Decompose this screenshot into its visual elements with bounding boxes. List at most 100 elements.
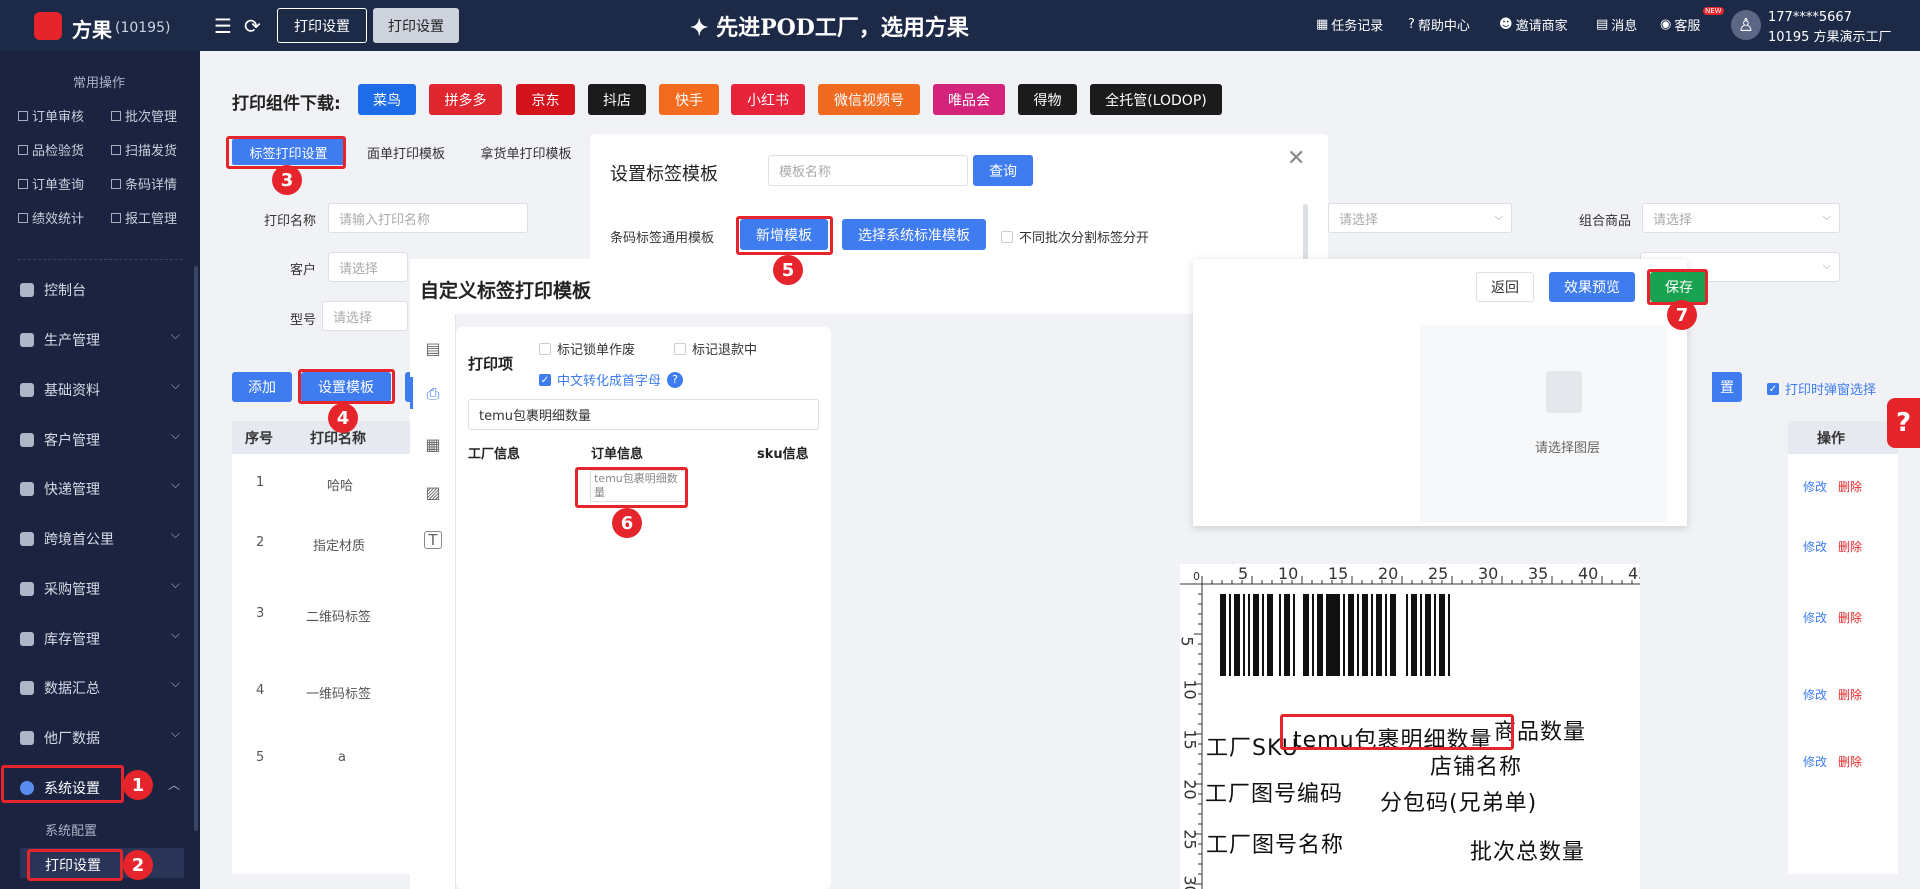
nav-dashboard[interactable]: 控制台	[20, 280, 180, 300]
col-sku-info[interactable]: sku信息	[757, 443, 809, 462]
platform-jd[interactable]: 京东	[516, 84, 575, 115]
platform-dewu[interactable]: 得物	[1018, 84, 1077, 115]
nav-inventory[interactable]: 库存管理 ⌵	[20, 627, 180, 649]
delete-link[interactable]: 删除	[1838, 538, 1862, 555]
generic-template-label: 条码标签通用模板	[610, 231, 715, 246]
tab-waybill-template[interactable]: 面单打印模板	[356, 139, 456, 165]
delete-link[interactable]: 删除	[1838, 753, 1862, 770]
messages-link[interactable]: ▤ 消息	[1596, 15, 1637, 34]
delete-link[interactable]: 删除	[1838, 609, 1862, 626]
col-order-info[interactable]: 订单信息	[591, 443, 643, 462]
quick-performance[interactable]: 绩效统计	[18, 208, 84, 227]
tab-print-settings-2[interactable]: 打印设置	[373, 8, 459, 43]
col-factory-info[interactable]: 工厂信息	[468, 443, 520, 462]
nav-first-mile[interactable]: 跨境首公里 ⌵	[20, 527, 180, 549]
platform-wechat-channels[interactable]: 微信视频号	[818, 84, 920, 115]
platform-cainiao[interactable]: 菜鸟	[358, 84, 416, 115]
nav-other-factory[interactable]: 他厂数据 ⌵	[20, 726, 180, 748]
edit-link[interactable]: 修改	[1803, 753, 1827, 770]
print-item-search-input[interactable]: temu包裹明细数量	[468, 399, 819, 430]
sub-system-config[interactable]: 系统配置	[45, 820, 97, 839]
nav-production[interactable]: 生产管理 ⌵	[20, 328, 180, 350]
platform-vip[interactable]: 唯品会	[933, 84, 1005, 115]
lock-void-checkbox[interactable]: 标记锁单作废	[539, 339, 635, 358]
image-icon[interactable]: ▨	[424, 483, 442, 502]
customer-select[interactable]: 请选择	[328, 252, 408, 282]
nav-purchasing[interactable]: 采购管理 ⌵	[20, 577, 180, 599]
quick-scan-ship[interactable]: 扫描发货	[111, 140, 177, 159]
printer-icon[interactable]: ⎙	[424, 384, 442, 403]
field-sub-code[interactable]: 分包码(兄弟单)	[1380, 785, 1537, 817]
quick-order-review[interactable]: 订单审核	[18, 106, 84, 125]
customer-service-link[interactable]: ◉ 客服	[1660, 15, 1700, 34]
task-log-link[interactable]: ▦ 任务记录	[1316, 15, 1383, 34]
sidebar-scrollbar[interactable]	[194, 266, 198, 831]
invite-link[interactable]: ☻ 邀请商家	[1499, 15, 1568, 34]
help-center-link[interactable]: ? 帮助中心	[1408, 15, 1470, 34]
field-drawing-code[interactable]: 工厂图号编码	[1205, 776, 1343, 808]
right-action-button[interactable]: 置	[1712, 372, 1742, 402]
refresh-icon[interactable]: ⟳	[244, 14, 261, 38]
tab-pick-list-template[interactable]: 拿货单打印模板	[470, 139, 582, 165]
back-button[interactable]: 返回	[1476, 272, 1534, 302]
question-icon[interactable]: ?	[667, 371, 684, 388]
field-shop-name[interactable]: 店铺名称	[1430, 749, 1522, 781]
quick-barcode-detail[interactable]: 条码详情	[111, 174, 177, 193]
platform-lodop[interactable]: 全托管(LODOP)	[1090, 84, 1222, 115]
right-select-1[interactable]: 请选择 ⌵	[1328, 203, 1512, 233]
field-drawing-name[interactable]: 工厂图号名称	[1206, 827, 1344, 859]
avatar[interactable]: ♙	[1731, 10, 1761, 40]
tab-print-settings-1[interactable]: 打印设置	[277, 8, 367, 43]
nav-label: 数据汇总	[44, 681, 100, 697]
platform-xiaohongshu[interactable]: 小红书	[731, 84, 805, 115]
platform-douyin[interactable]: 抖店	[588, 84, 646, 115]
help-float-icon[interactable]: ?	[1887, 398, 1920, 448]
field-batch-total[interactable]: 批次总数量	[1470, 834, 1585, 866]
model-select[interactable]: 请选择	[322, 301, 408, 331]
step-badge-6: 6	[612, 508, 642, 538]
quick-inspection[interactable]: 品检验货	[18, 140, 84, 159]
text-icon[interactable]: T	[424, 531, 442, 549]
nav-basic-data[interactable]: 基础资料 ⌵	[20, 378, 180, 400]
nav-express[interactable]: 快递管理 ⌵	[20, 477, 180, 499]
edit-link[interactable]: 修改	[1803, 686, 1827, 703]
choose-standard-template-button[interactable]: 选择系统标准模板	[842, 219, 986, 250]
barcode-bar	[1293, 594, 1295, 676]
close-icon[interactable]: ✕	[1287, 146, 1305, 171]
checkbox-checked-icon: ✓	[539, 373, 551, 386]
text-block-icon[interactable]: ▤	[424, 339, 442, 358]
platform-pdd[interactable]: 拼多多	[429, 84, 502, 115]
barcode-bar	[1411, 594, 1417, 676]
template-name-input[interactable]: 模板名称	[768, 155, 968, 186]
add-button[interactable]: 添加	[232, 372, 292, 402]
ruler-left-label: 30	[1180, 875, 1200, 889]
modal1-scrollbar[interactable]	[1303, 204, 1308, 264]
quick-order-query[interactable]: 订单查询	[18, 174, 84, 193]
table-row-name: 一维码标签	[306, 687, 372, 702]
quick-work-report[interactable]: 报工管理	[111, 208, 177, 227]
edit-link[interactable]: 修改	[1803, 538, 1827, 555]
nav-customers[interactable]: 客户管理 ⌵	[20, 428, 180, 450]
combo-placeholder: 请选择	[1653, 212, 1693, 228]
delete-link[interactable]: 删除	[1838, 686, 1862, 703]
combo-select[interactable]: 请选择 ⌵	[1642, 203, 1840, 233]
query-button[interactable]: 查询	[973, 155, 1033, 186]
edit-link[interactable]: 修改	[1803, 609, 1827, 626]
split-batch-checkbox[interactable]: 不同批次分割标签分开	[1001, 227, 1149, 246]
popup-choice-checkbox[interactable]: ✓ 打印时弹窗选择	[1767, 379, 1876, 398]
delete-link[interactable]: 删除	[1838, 478, 1862, 495]
quick-batch-manage[interactable]: 批次管理	[111, 106, 177, 125]
pinyin-checkbox[interactable]: ✓ 中文转化成首字母?	[539, 370, 684, 389]
print-name-input[interactable]: 请输入打印名称	[328, 203, 528, 233]
qrcode-icon[interactable]: ▦	[424, 435, 442, 454]
preview-button[interactable]: 效果预览	[1549, 272, 1635, 302]
chevron-down-icon: ⌵	[1822, 210, 1831, 223]
nav-data-summary[interactable]: 数据汇总 ⌵	[20, 676, 180, 698]
active-tool-indicator	[410, 377, 413, 409]
platform-kuaishou[interactable]: 快手	[659, 84, 719, 115]
edit-link[interactable]: 修改	[1803, 478, 1827, 495]
menu-toggle-icon[interactable]: ☰	[214, 14, 232, 38]
barcode-bar	[1317, 594, 1323, 676]
sidebar-divider	[18, 259, 183, 260]
refund-checkbox[interactable]: 标记退款中	[674, 339, 757, 358]
